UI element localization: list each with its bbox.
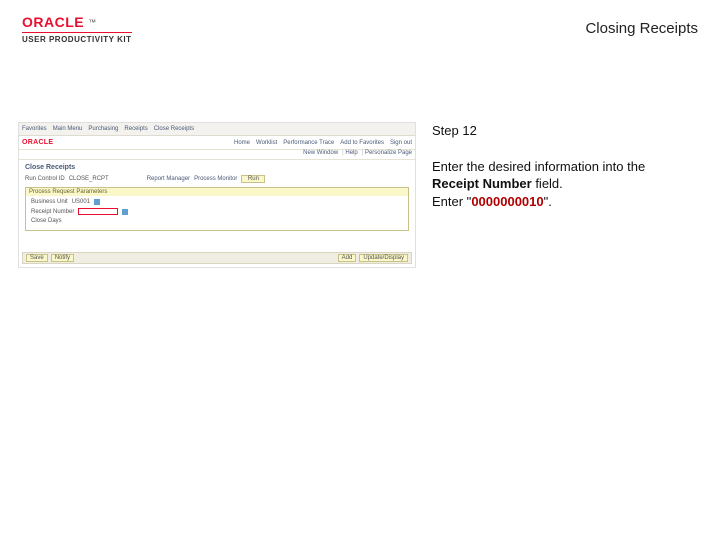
nav-link[interactable]: Sign out — [390, 140, 412, 146]
close-days-label: Close Days — [31, 218, 62, 224]
sub-nav-row: New Window Help Personalize Page — [19, 150, 415, 160]
breadcrumb-item: Favorites — [22, 126, 47, 132]
nav-link[interactable]: Home — [234, 140, 250, 146]
subnav-link[interactable]: Help — [342, 150, 358, 159]
lookup-icon[interactable] — [94, 199, 100, 205]
global-nav: Home Worklist Performance Trace Add to F… — [234, 140, 412, 146]
brand-row: ORACLE Home Worklist Performance Trace A… — [19, 136, 415, 150]
business-unit-field: Business Unit US001 — [31, 199, 403, 205]
instr-part: ". — [544, 194, 552, 209]
run-control-value: CLOSE_RCPT — [69, 176, 109, 182]
breadcrumb-item: Close Receipts — [154, 126, 194, 132]
run-control-line: Run Control ID CLOSE_RCPT Report Manager… — [25, 175, 409, 183]
params-panel-body: Business Unit US001 Receipt Number Close… — [26, 196, 408, 230]
subnav-link[interactable]: New Window — [303, 150, 338, 159]
instruction-panel: Step 12 Enter the desired information in… — [432, 122, 692, 210]
close-days-field: Close Days — [31, 218, 403, 224]
nav-link[interactable]: Performance Trace — [283, 140, 334, 146]
params-panel: Process Request Parameters Business Unit… — [25, 187, 409, 231]
page-title: Closing Receipts — [585, 14, 698, 37]
app-screenshot: Favorites Main Menu Purchasing Receipts … — [18, 122, 416, 268]
lookup-icon[interactable] — [122, 209, 128, 215]
receipt-number-field-row: Receipt Number — [31, 208, 403, 215]
breadcrumb-item: Purchasing — [88, 126, 118, 132]
oracle-wordmark: ORACLE — [22, 14, 84, 30]
content-row: Favorites Main Menu Purchasing Receipts … — [0, 50, 720, 268]
page-header: ORACLE ™ USER PRODUCTIVITY KIT Closing Re… — [0, 0, 720, 50]
save-button[interactable]: Save — [26, 254, 48, 262]
oracle-logo: ORACLE ™ — [22, 14, 132, 30]
nav-link[interactable]: Add to Favorites — [340, 140, 384, 146]
product-name: USER PRODUCTIVITY KIT — [22, 35, 132, 44]
report-manager-link[interactable]: Report Manager — [147, 176, 190, 182]
instruction-text: Enter the desired information into the R… — [432, 158, 692, 211]
instr-field-name: Receipt Number — [432, 176, 532, 191]
subnav-link[interactable]: Personalize Page — [362, 150, 412, 159]
breadcrumb-item: Receipts — [124, 126, 147, 132]
add-button[interactable]: Add — [338, 254, 357, 262]
instr-part: Enter the desired information into the — [432, 159, 645, 174]
business-unit-value: US001 — [72, 199, 90, 205]
instr-part: Enter " — [432, 194, 471, 209]
instr-part: field. — [532, 176, 563, 191]
notify-button[interactable]: Notify — [51, 254, 74, 262]
instr-value: 0000000010 — [471, 194, 543, 209]
process-monitor-link[interactable]: Process Monitor — [194, 176, 237, 182]
params-panel-title: Process Request Parameters — [26, 188, 408, 196]
run-control-label: Run Control ID — [25, 176, 65, 182]
screenshot-page-heading: Close Receipts — [25, 164, 409, 171]
screenshot-body: Close Receipts Run Control ID CLOSE_RCPT… — [19, 160, 415, 235]
run-button[interactable]: Run — [241, 175, 265, 183]
logo-block: ORACLE ™ USER PRODUCTIVITY KIT — [22, 14, 132, 44]
business-unit-label: Business Unit — [31, 199, 68, 205]
receipt-number-label: Receipt Number — [31, 209, 74, 215]
update-display-button[interactable]: Update/Display — [359, 254, 408, 262]
logo-divider — [22, 32, 132, 33]
step-label: Step 12 — [432, 122, 692, 140]
breadcrumb-bar: Favorites Main Menu Purchasing Receipts … — [19, 123, 415, 136]
receipt-number-input[interactable] — [78, 208, 118, 215]
mini-oracle-logo: ORACLE — [22, 139, 53, 146]
breadcrumb-item: Main Menu — [53, 126, 83, 132]
action-bar: Save Notify Add Update/Display — [22, 252, 412, 264]
nav-link[interactable]: Worklist — [256, 140, 277, 146]
trademark-symbol: ™ — [88, 18, 97, 27]
